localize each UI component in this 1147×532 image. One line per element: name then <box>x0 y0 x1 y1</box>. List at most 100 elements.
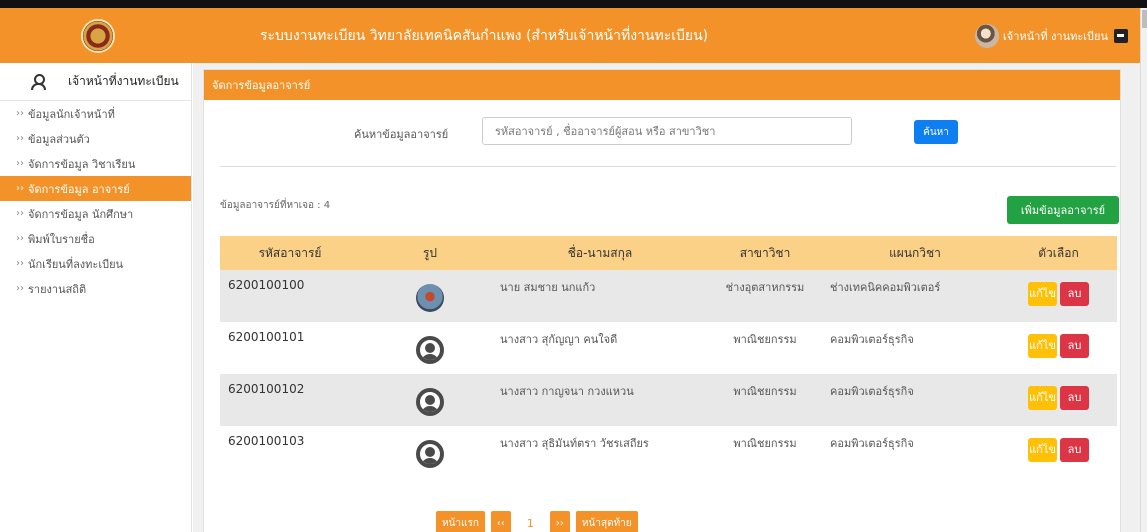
teacher-photo <box>416 284 444 312</box>
sidebar-item-7[interactable]: ›› รายงานสถิติ <box>0 276 191 301</box>
edit-button[interactable]: แก้ไข <box>1028 334 1057 358</box>
sidebar-item-2[interactable]: ›› จัดการข้อมูล วิชาเรียน <box>0 151 191 176</box>
sidebar-item-label: จัดการข้อมูล วิชาเรียน <box>28 157 136 171</box>
chevron-icon: ›› <box>16 208 24 219</box>
teacher-branch: พาณิชยกรรม <box>700 322 830 374</box>
col-header-options: ตัวเลือก <box>1000 236 1117 270</box>
search-label: ค้นหาข้อมูลอาจารย์ <box>354 128 449 141</box>
row-actions: แก้ไข ลบ <box>1000 322 1117 374</box>
col-header-name: ชื่อ-นามสกุล <box>500 236 700 270</box>
table-body: 6200100100 นาย สมชาย นกแก้ว ช่างอุตสาหกรรม… <box>220 270 1117 478</box>
scrollbar-thumb[interactable] <box>1142 10 1147 28</box>
table-row: 6200100103 นางสาว สุธิมันท์ตรา วัชรเสถียร… <box>220 426 1117 478</box>
chevron-icon: ›› <box>16 133 24 144</box>
search-button[interactable]: ค้นหา <box>914 120 958 144</box>
row-actions: แก้ไข ลบ <box>1000 374 1117 426</box>
first-page-button[interactable]: หน้าแรก <box>436 511 485 532</box>
teacher-code: 6200100102 <box>220 374 360 426</box>
row-actions: แก้ไข ลบ <box>1000 426 1117 478</box>
delete-button[interactable]: ลบ <box>1060 386 1089 410</box>
user-avatar[interactable] <box>974 23 999 48</box>
default-avatar-icon <box>416 440 444 468</box>
sidebar-item-3[interactable]: ›› จัดการข้อมูล อาจารย์ <box>0 176 191 201</box>
divider <box>220 166 1116 167</box>
delete-button[interactable]: ลบ <box>1060 334 1089 358</box>
edit-button[interactable]: แก้ไข <box>1028 386 1057 410</box>
sidebar: เจ้าหน้าที่งานทะเบียน ›› ข้อมูลนักเจ้าหน้… <box>0 63 192 532</box>
sidebar-item-1[interactable]: ›› ข้อมูลส่วนตัว <box>0 126 191 151</box>
table-row: 6200100102 นางสาว กาญจนา กวงแหวน พาณิชยกรร… <box>220 374 1117 426</box>
logout-icon[interactable] <box>1114 28 1128 43</box>
teacher-code: 6200100103 <box>220 426 360 478</box>
teacher-name: นางสาว สุกัญญา คนใจดี <box>500 322 700 374</box>
teacher-name: นางสาว กาญจนา กวงแหวน <box>500 374 700 426</box>
page-scrollbar[interactable] <box>1140 8 1147 532</box>
main-content: จัดการข้อมูลอาจารย์ ค้นหาข้อมูลอาจารย์ ค… <box>193 63 1140 532</box>
last-page-button[interactable]: หน้าสุดท้าย <box>575 511 638 532</box>
sidebar-item-0[interactable]: ›› ข้อมูลนักเจ้าหน้าที่ <box>0 101 191 126</box>
teacher-code: 6200100101 <box>220 322 360 374</box>
edit-button[interactable]: แก้ไข <box>1028 438 1057 462</box>
delete-button[interactable]: ลบ <box>1060 282 1089 306</box>
col-header-dept: แผนกวิชา <box>830 236 1000 270</box>
sidebar-item-label: รายงานสถิติ <box>28 282 87 296</box>
delete-button[interactable]: ลบ <box>1060 438 1089 462</box>
teacher-branch: พาณิชยกรรม <box>700 374 830 426</box>
next-page-button[interactable]: ›› <box>549 511 570 532</box>
chevron-icon: ›› <box>16 233 24 244</box>
teacher-dept: คอมพิวเตอร์ธุรกิจ <box>830 426 1000 478</box>
add-teacher-button[interactable]: เพิ่มข้อมูลอาจารย์ <box>1007 196 1119 224</box>
col-header-code: รหัสอาจารย์ <box>220 236 360 270</box>
col-header-branch: สาขาวิชา <box>700 236 830 270</box>
app-header: ระบบงานทะเบียน วิทยาลัยเทคนิคสันกำแพง (ส… <box>0 8 1140 63</box>
sidebar-item-6[interactable]: ›› นักเรียนที่ลงทะเบียน <box>0 251 191 276</box>
sidebar-item-label: ข้อมูลส่วนตัว <box>28 132 90 146</box>
teacher-branch: ช่างอุตสาหกรรม <box>700 270 830 322</box>
found-count: ข้อมูลอาจารย์ที่หาเจอ : 4 <box>220 200 331 211</box>
current-page[interactable]: 1 <box>516 511 544 532</box>
teacher-photo-cell <box>360 322 500 374</box>
sidebar-item-label: พิมพ์ใบรายชื่อ <box>28 232 95 246</box>
sidebar-item-4[interactable]: ›› จัดการข้อมูล นักศึกษา <box>0 201 191 226</box>
prev-page-button[interactable]: ‹‹ <box>490 511 511 532</box>
teacher-panel: จัดการข้อมูลอาจารย์ ค้นหาข้อมูลอาจารย์ ค… <box>203 69 1121 532</box>
chevron-icon: ›› <box>16 283 24 294</box>
chevron-icon: ›› <box>16 183 24 194</box>
edit-button[interactable]: แก้ไข <box>1028 282 1057 306</box>
sidebar-item-label: ข้อมูลนักเจ้าหน้าที่ <box>28 107 115 121</box>
teacher-photo-cell <box>360 426 500 478</box>
table-row: 6200100101 นางสาว สุกัญญา คนใจดี พาณิชยกรร… <box>220 322 1117 374</box>
teacher-dept: ช่างเทคนิคคอมพิวเตอร์ <box>830 270 1000 322</box>
col-header-photo: รูป <box>360 236 500 270</box>
teacher-code: 6200100100 <box>220 270 360 322</box>
pagination: หน้าแรก ‹‹ 1 ›› หน้าสุดท้าย <box>436 511 644 532</box>
teacher-name: นางสาว สุธิมันท์ตรา วัชรเสถียร <box>500 426 700 478</box>
chevron-icon: ›› <box>16 108 24 119</box>
sidebar-item-label: จัดการข้อมูล นักศึกษา <box>28 207 134 221</box>
person-icon <box>30 73 46 90</box>
sidebar-item-label: จัดการข้อมูล อาจารย์ <box>28 182 130 196</box>
sidebar-user: เจ้าหน้าที่งานทะเบียน <box>0 63 191 101</box>
teacher-dept: คอมพิวเตอร์ธุรกิจ <box>830 322 1000 374</box>
teacher-branch: พาณิชยกรรม <box>700 426 830 478</box>
teacher-photo-cell <box>360 270 500 322</box>
row-actions: แก้ไข ลบ <box>1000 270 1117 322</box>
default-avatar-icon <box>416 336 444 364</box>
search-input[interactable] <box>482 117 852 145</box>
logo-area <box>0 8 195 63</box>
search-row: ค้นหาข้อมูลอาจารย์ ค้นหา <box>204 117 1120 147</box>
chevron-icon: ›› <box>16 158 24 169</box>
user-name[interactable]: เจ้าหน้าที่ งานทะเบียน <box>1003 27 1108 45</box>
teacher-table: รหัสอาจารย์ รูป ชื่อ-นามสกุล สาขาวิชา แผ… <box>220 236 1117 478</box>
sidebar-user-label: เจ้าหน้าที่งานทะเบียน <box>68 74 179 88</box>
table-row: 6200100100 นาย สมชาย นกแก้ว ช่างอุตสาหกรรม… <box>220 270 1117 322</box>
sidebar-item-label: นักเรียนที่ลงทะเบียน <box>28 257 124 271</box>
table-header-row: รหัสอาจารย์ รูป ชื่อ-นามสกุล สาขาวิชา แผ… <box>220 236 1117 270</box>
window-top-edge <box>0 0 1147 8</box>
panel-title: จัดการข้อมูลอาจารย์ <box>204 70 1120 100</box>
app-title: ระบบงานทะเบียน วิทยาลัยเทคนิคสันกำแพง (ส… <box>260 27 709 44</box>
sidebar-item-5[interactable]: ›› พิมพ์ใบรายชื่อ <box>0 226 191 251</box>
user-menu[interactable]: เจ้าหน้าที่ งานทะเบียน <box>974 8 1128 63</box>
default-avatar-icon <box>416 388 444 416</box>
college-logo[interactable] <box>80 18 115 53</box>
